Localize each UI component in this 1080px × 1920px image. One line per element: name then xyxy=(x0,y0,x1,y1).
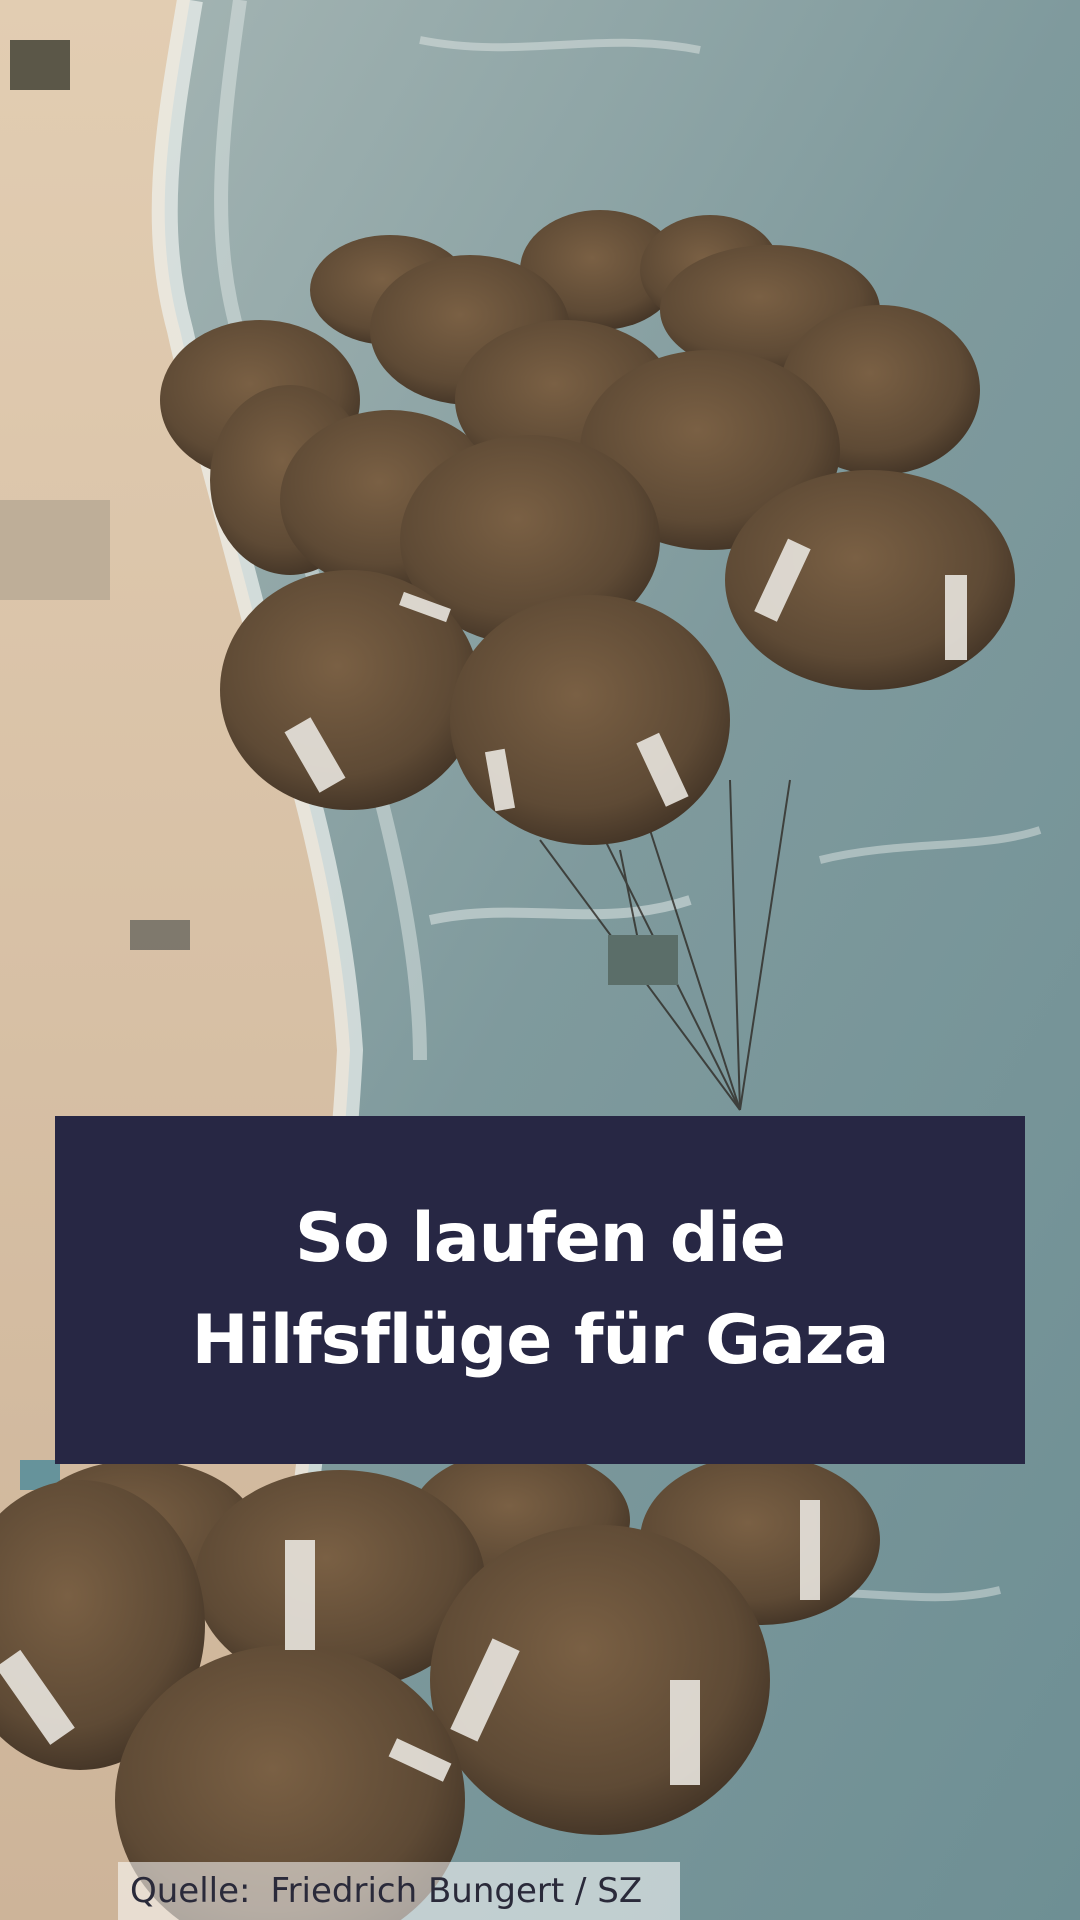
credit-source: Friedrich Bungert / SZ xyxy=(270,1871,643,1911)
aerial-photo-parachutes xyxy=(0,0,1080,1920)
headline-line-2: Hilfsflüge für Gaza xyxy=(191,1301,890,1380)
photo-credit: Quelle: Friedrich Bungert / SZ xyxy=(118,1862,680,1920)
headline-banner: So laufen die Hilfsflüge für Gaza xyxy=(55,1116,1025,1464)
headline: So laufen die Hilfsflüge für Gaza xyxy=(191,1188,890,1392)
headline-line-1: So laufen die xyxy=(295,1199,786,1278)
credit-label: Quelle: xyxy=(130,1871,251,1911)
